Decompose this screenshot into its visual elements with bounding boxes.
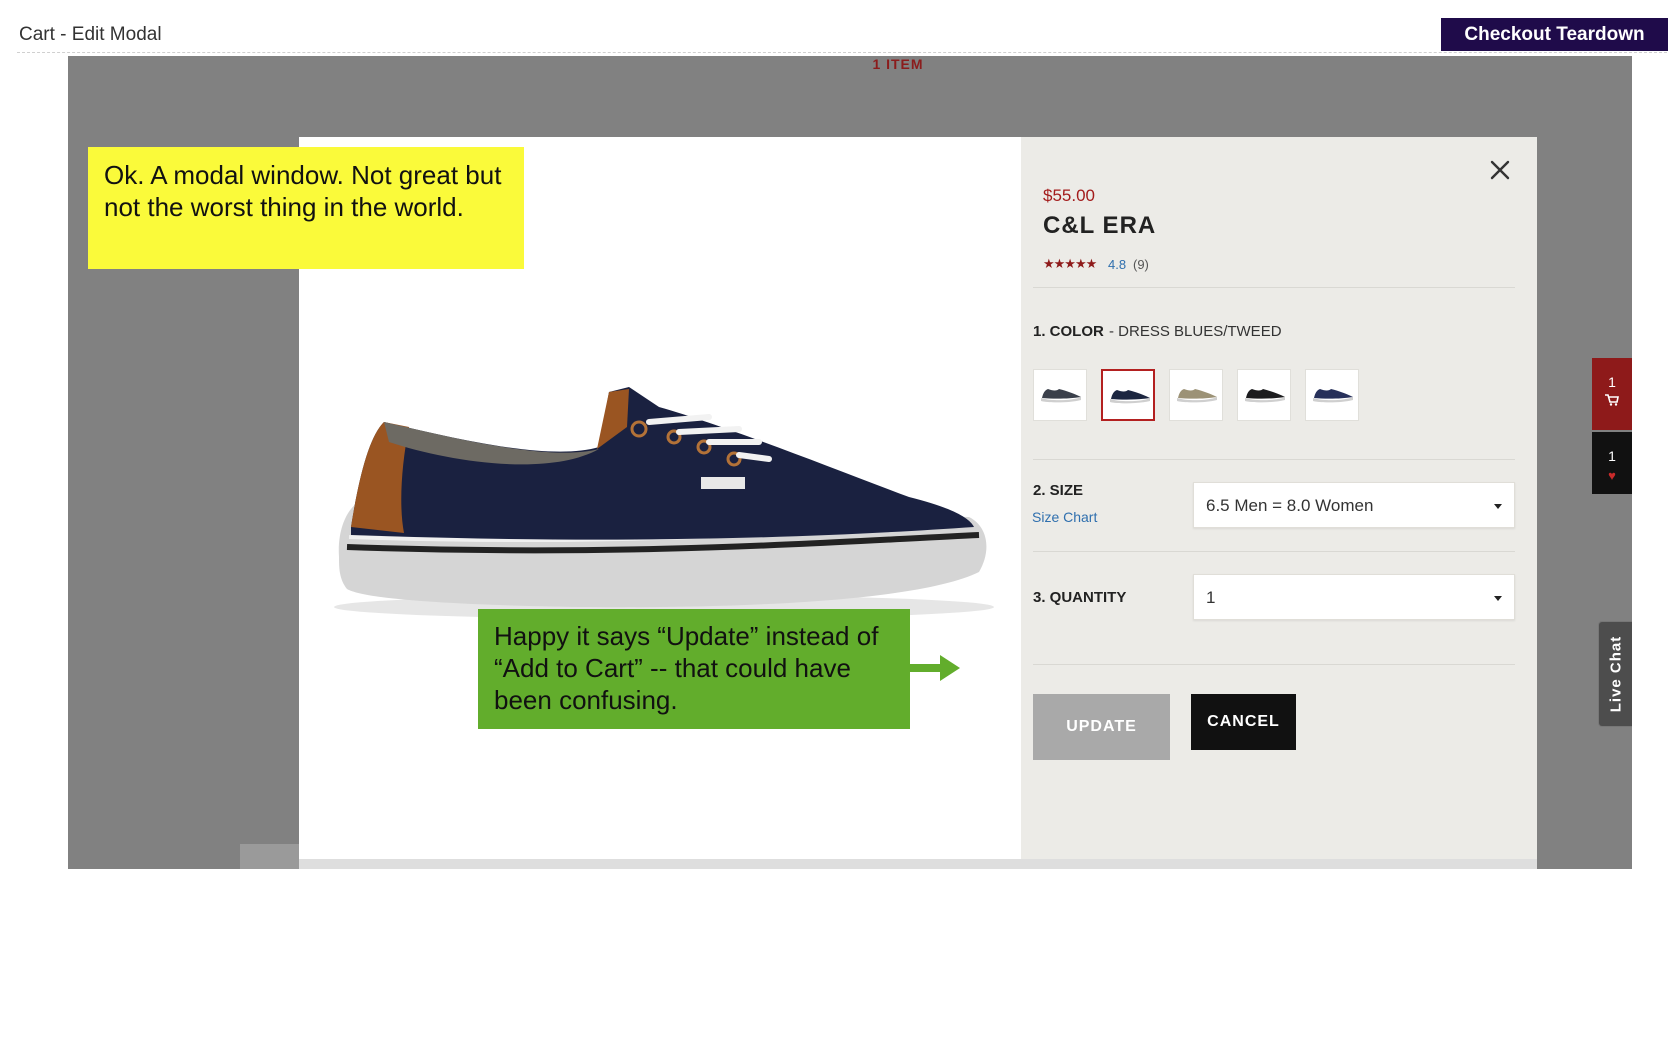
rating-stars: ★★★★★ (1043, 256, 1097, 271)
product-image (334, 387, 994, 619)
color-swatch[interactable] (1101, 369, 1155, 421)
size-select[interactable]: 6.5 Men = 8.0 Women (1193, 482, 1515, 528)
arrow-icon (910, 655, 960, 681)
product-price: $55.00 (1043, 186, 1095, 205)
shoe-thumbnail (1313, 389, 1353, 403)
close-icon[interactable] (1487, 157, 1513, 183)
wishlist-tab[interactable]: 1 ♥ (1592, 432, 1632, 494)
cart-tab[interactable]: 1 (1592, 358, 1632, 430)
section-divider (1033, 664, 1515, 665)
wishlist-count: 1 (1608, 448, 1616, 464)
size-select-value: 6.5 Men = 8.0 Women (1206, 496, 1374, 515)
shoe-thumbnail (1041, 389, 1081, 403)
cancel-button[interactable]: CANCEL (1191, 694, 1296, 750)
color-swatch[interactable] (1033, 369, 1087, 421)
shoe-thumbnail (1245, 389, 1285, 403)
cart-count: 1 (1608, 374, 1616, 390)
update-button[interactable]: UPDATE (1033, 694, 1170, 760)
shoe-thumbnail (1110, 390, 1150, 404)
page-title: Cart - Edit Modal (19, 24, 162, 45)
quantity-select[interactable]: 1 (1193, 574, 1515, 620)
section-divider (1033, 287, 1515, 288)
color-swatch[interactable] (1305, 369, 1359, 421)
rating-count: (9) (1133, 257, 1149, 272)
live-chat-label: Live Chat (1607, 635, 1625, 713)
section-divider (1033, 459, 1515, 460)
size-chart-link[interactable]: Size Chart (1032, 509, 1097, 525)
rating-value[interactable]: 4.8 (1108, 257, 1126, 272)
selected-color-name: - DRESS BLUES/TWEED (1109, 323, 1282, 340)
live-chat-tab[interactable]: Live Chat (1598, 621, 1632, 727)
brand-badge: Checkout Teardown (1441, 18, 1668, 51)
shoe-thumbnail (1177, 389, 1217, 403)
size-step-label: 2. SIZE (1033, 482, 1084, 499)
chevron-down-icon (1494, 596, 1502, 601)
cart-items-count: 1 ITEM (872, 56, 924, 72)
modal-footer (299, 859, 1537, 869)
chevron-down-icon (1494, 504, 1502, 509)
quantity-select-value: 1 (1206, 588, 1216, 607)
color-swatch[interactable] (1169, 369, 1223, 421)
quantity-step-label: 3. QUANTITY (1033, 589, 1127, 606)
title-divider (17, 52, 1667, 53)
cart-icon (1592, 394, 1632, 409)
color-step-label: 1. COLOR (1033, 323, 1104, 340)
section-divider (1033, 551, 1515, 552)
product-name: C&L ERA (1043, 212, 1157, 239)
color-swatch[interactable] (1237, 369, 1291, 421)
annotation-note: Ok. A modal window. Not great but not th… (88, 147, 524, 269)
annotation-note: Happy it says “Update” instead of “Add t… (478, 609, 910, 729)
heart-icon: ♥ (1608, 468, 1616, 483)
